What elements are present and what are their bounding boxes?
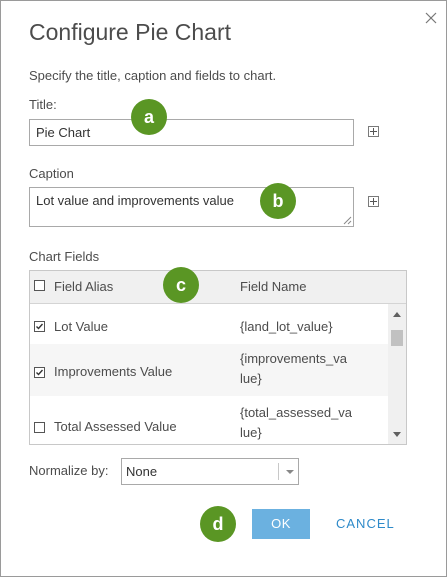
title-input-value: Pie Chart bbox=[36, 125, 91, 140]
caption-label: Caption bbox=[29, 166, 74, 181]
row-field-name-line1: {total_assessed_va bbox=[240, 405, 353, 420]
normalize-label: Normalize by: bbox=[29, 463, 109, 478]
row-alias: Lot Value bbox=[54, 319, 108, 334]
ok-button[interactable]: OK bbox=[252, 509, 310, 539]
normalize-select-value: None bbox=[126, 464, 158, 479]
caption-expand-plus-icon[interactable] bbox=[368, 196, 379, 207]
row-checkbox[interactable] bbox=[34, 321, 45, 332]
select-divider bbox=[278, 463, 279, 480]
header-field-name: Field Name bbox=[240, 279, 307, 294]
row-field-name-line1: {improvements_va bbox=[240, 351, 347, 366]
checkmark-icon bbox=[36, 369, 44, 376]
grid-scrollbar[interactable] bbox=[388, 304, 406, 444]
checkmark-icon bbox=[36, 323, 44, 330]
callout-badge-a: a bbox=[131, 99, 167, 135]
close-icon[interactable] bbox=[420, 7, 442, 29]
normalize-select[interactable]: None bbox=[121, 458, 299, 485]
row-alias: Improvements Value bbox=[54, 364, 173, 379]
caption-textarea-value: Lot value and improvements value bbox=[36, 193, 235, 208]
caption-textarea[interactable]: Lot value and improvements value bbox=[29, 187, 354, 227]
row-checkbox[interactable] bbox=[34, 367, 45, 378]
configure-pie-chart-dialog: Configure Pie Chart Specify the title, c… bbox=[0, 0, 447, 577]
scroll-up-arrow-icon[interactable] bbox=[393, 312, 401, 317]
callout-badge-c: c bbox=[163, 267, 199, 303]
callout-badge-d: d bbox=[200, 506, 236, 542]
table-row-total-assessed-value[interactable]: Total Assessed Value {total_assessed_va … bbox=[30, 396, 388, 444]
scroll-down-arrow-icon[interactable] bbox=[393, 432, 401, 437]
select-all-checkbox[interactable] bbox=[34, 280, 45, 291]
header-field-alias: Field Alias bbox=[54, 279, 114, 294]
title-label: Title: bbox=[29, 97, 57, 112]
title-input[interactable]: Pie Chart bbox=[29, 119, 354, 146]
dialog-title: Configure Pie Chart bbox=[29, 19, 231, 45]
cancel-button[interactable]: CANCEL bbox=[336, 509, 395, 539]
row-checkbox[interactable] bbox=[34, 422, 45, 433]
row-field-name: {land_lot_value} bbox=[240, 319, 333, 334]
row-alias: Total Assessed Value bbox=[54, 419, 177, 434]
resize-grip-icon[interactable] bbox=[343, 216, 352, 225]
grid-header: Field Alias Field Name bbox=[30, 271, 406, 304]
chevron-down-icon bbox=[286, 470, 294, 474]
row-field-name-line2: lue} bbox=[240, 425, 262, 440]
callout-badge-b: b bbox=[260, 183, 296, 219]
table-row-improvements-value[interactable]: Improvements Value {improvements_va lue} bbox=[30, 344, 388, 396]
chart-fields-label: Chart Fields bbox=[29, 249, 100, 264]
title-expand-plus-icon[interactable] bbox=[368, 126, 379, 137]
row-field-name-line2: lue} bbox=[240, 371, 262, 386]
table-row-lot-value[interactable]: Lot Value {land_lot_value} bbox=[30, 304, 388, 344]
chart-fields-grid: Field Alias Field Name Lot Value {land_l… bbox=[29, 270, 407, 445]
scroll-thumb[interactable] bbox=[391, 330, 403, 346]
dialog-instructions: Specify the title, caption and fields to… bbox=[29, 68, 277, 83]
